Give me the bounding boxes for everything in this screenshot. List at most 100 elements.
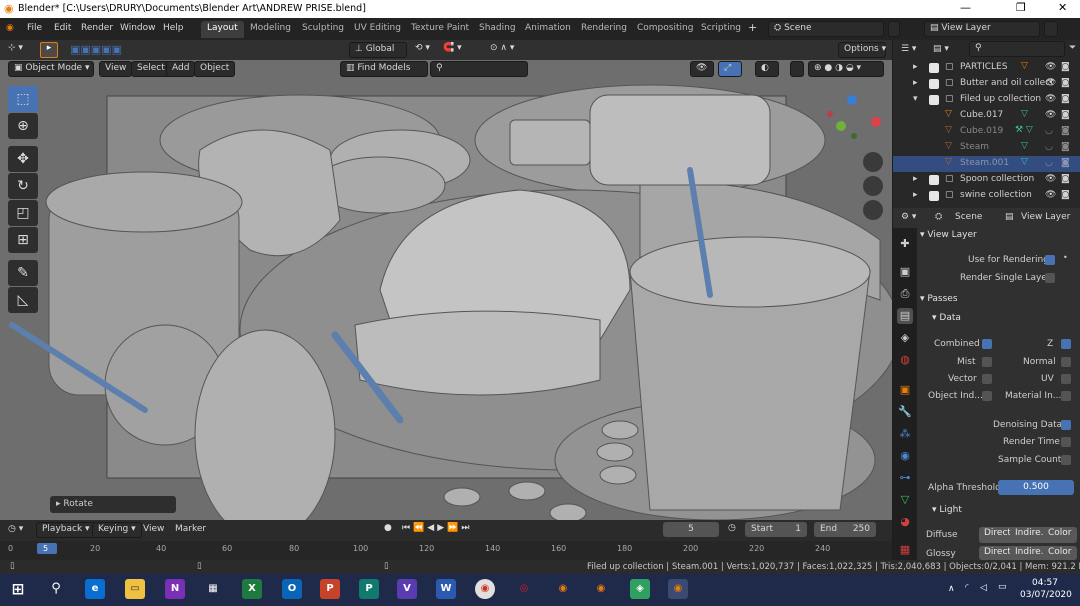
overlays-icon[interactable]: ◐ — [755, 61, 779, 77]
select-tool-icon[interactable]: ▸ — [40, 42, 58, 58]
minimize-icon[interactable]: — — [960, 1, 971, 14]
maps-icon[interactable]: ◈ — [630, 579, 650, 599]
menu-file[interactable]: File — [27, 23, 42, 33]
view-menu[interactable]: View — [99, 61, 133, 77]
view-layer-tab-icon[interactable]: ▤ — [897, 308, 913, 324]
cursor-tool-icon[interactable]: ⊕ — [8, 113, 38, 139]
tab-layout[interactable]: Layout — [201, 21, 244, 38]
editor-type-icon[interactable]: ⊹ ▾ — [8, 43, 23, 53]
outliner-type-icon[interactable]: ☰ ▾ — [901, 44, 916, 54]
constraints-tab-icon[interactable]: ⊶ — [897, 470, 913, 486]
modifier-tab-icon[interactable]: 🔧 — [897, 404, 913, 420]
scale-tool-icon[interactable]: ◰ — [8, 200, 38, 226]
display-mode-icon[interactable]: ▤ ▾ — [933, 44, 949, 54]
3d-viewport[interactable] — [0, 40, 892, 520]
measure-tool-icon[interactable]: ◺ — [8, 287, 38, 313]
checkbox-icon[interactable] — [929, 191, 939, 201]
section-data[interactable]: ▾ Data — [932, 313, 1080, 329]
eye-icon[interactable]: 👁 — [1045, 110, 1056, 120]
outliner-item-particles[interactable]: ▸ ▢ PARTICLES ▽ 👁 ◙ — [893, 60, 1080, 76]
normal-checkbox[interactable] — [1061, 357, 1071, 367]
eye-icon[interactable]: 👁 — [1045, 190, 1056, 200]
add-workspace-icon[interactable]: + — [748, 21, 757, 34]
tab-rendering[interactable]: Rendering — [575, 21, 633, 38]
search-icon[interactable]: ⚲ — [46, 579, 66, 599]
tab-animation[interactable]: Animation — [519, 21, 577, 38]
rotate-tool-icon[interactable]: ↻ — [8, 173, 38, 199]
section-view-layer[interactable]: ▾ View Layer — [920, 230, 1076, 246]
proportional-edit-icon[interactable]: ⊙ ∧ ▾ — [490, 43, 514, 53]
blender-menu-icon[interactable]: ◉ — [6, 23, 14, 33]
section-light[interactable]: ▾ Light — [932, 505, 1080, 521]
object-tab-icon[interactable]: ▣ — [897, 382, 913, 398]
render-single-layer-checkbox[interactable] — [1045, 273, 1055, 283]
checkbox-icon[interactable] — [929, 79, 939, 89]
checkbox-icon[interactable] — [929, 95, 939, 105]
select-menu[interactable]: Select — [131, 61, 171, 77]
last-operator-panel[interactable]: ▸ Rotate — [50, 496, 176, 513]
select-box-tool-icon[interactable]: ⬚ — [8, 86, 38, 112]
outliner-item-butter[interactable]: ▸ ▢ Butter and oil collect 👁 ◙ — [893, 76, 1080, 92]
move-tool-icon[interactable]: ✥ — [8, 146, 38, 172]
filter-icon[interactable]: ⏷ — [1069, 43, 1076, 53]
timeline[interactable]: ◷ ▾ Playback ▾ Keying ▾ View Marker ● ⏮⏪… — [0, 520, 892, 560]
find-models-dropdown[interactable]: ▥ Find Models — [340, 61, 428, 77]
outliner-item-swine[interactable]: ▸ ▢ swine collection 👁 ◙ — [893, 188, 1080, 204]
blender-taskbar-icon-2[interactable]: ◉ — [591, 579, 611, 599]
snap-icon[interactable]: 🧲 ▾ — [443, 43, 462, 53]
combined-checkbox[interactable] — [982, 339, 992, 349]
playback-menu[interactable]: Playback ▾ — [36, 522, 96, 538]
texture-tab-icon[interactable]: ▦ — [897, 542, 913, 558]
tab-uv-editing[interactable]: UV Editing — [348, 21, 407, 38]
use-for-rendering-checkbox[interactable] — [1045, 255, 1055, 265]
properties-type-icon[interactable]: ⚙ ▾ — [901, 212, 916, 222]
eye-icon[interactable]: 👁 — [1045, 62, 1056, 72]
timeline-ruler[interactable]: 0 5 20 40 60 80 100 120 140 160 180 200 … — [0, 541, 892, 560]
view-layer-selector[interactable]: ▤ View Layer — [924, 21, 1040, 37]
volume-icon[interactable]: ◁ — [980, 583, 987, 593]
tab-shading[interactable]: Shading — [473, 21, 522, 38]
current-frame-field[interactable]: 5 — [663, 522, 719, 537]
find-models-search-input[interactable]: ⚲ — [430, 61, 528, 77]
timeline-type-icon[interactable]: ◷ ▾ — [8, 524, 23, 534]
playback-controls-icons[interactable]: ⏮⏪◀▶⏩⏭ — [402, 523, 472, 533]
menu-render[interactable]: Render — [81, 23, 113, 33]
pivot-icon[interactable]: ⟲ ▾ — [415, 43, 430, 53]
outliner-item-cube-019[interactable]: ▽ Cube.019 ⚒ ▽ ◡ ◙ — [893, 124, 1080, 140]
menu-edit[interactable]: Edit — [54, 23, 71, 33]
section-passes[interactable]: ▾ Passes — [920, 294, 1076, 310]
xray-icon[interactable] — [790, 61, 804, 77]
tab-modeling[interactable]: Modeling — [244, 21, 297, 38]
outliner-item-filed-up[interactable]: ▾ ▢ Filed up collection 👁 ◙ — [893, 92, 1080, 108]
particles-tab-icon[interactable]: ⁂ — [897, 426, 913, 442]
checkbox-icon[interactable] — [929, 63, 939, 73]
mist-checkbox[interactable] — [982, 357, 992, 367]
tab-compositing[interactable]: Compositing — [631, 21, 699, 38]
word-icon[interactable]: W — [436, 579, 456, 599]
app-icon[interactable]: ◎ — [514, 579, 534, 599]
visio-icon[interactable]: V — [397, 579, 417, 599]
timeline-view-menu[interactable]: View — [143, 524, 164, 534]
camera-icon[interactable]: ◙ — [1061, 190, 1070, 200]
physics-tab-icon[interactable]: ◉ — [897, 448, 913, 464]
camera-icon[interactable]: ◙ — [1061, 78, 1070, 88]
shading-modes[interactable]: ⊕ ● ◑ ◒ ▾ — [808, 61, 884, 77]
chrome-icon[interactable]: ◉ — [475, 579, 495, 599]
checkbox-icon[interactable] — [929, 175, 939, 185]
menu-help[interactable]: Help — [163, 23, 184, 33]
publisher-icon[interactable]: P — [359, 579, 379, 599]
clock-date[interactable]: 03/07/2020 — [1020, 590, 1072, 600]
visibility-dropdown-icon[interactable]: 👁 — [690, 61, 714, 77]
clock-time[interactable]: 04:57 — [1032, 578, 1058, 588]
viewport-render[interactable] — [0, 40, 892, 520]
tab-sculpting[interactable]: Sculpting — [296, 21, 350, 38]
tab-texture-paint[interactable]: Texture Paint — [405, 21, 475, 38]
clock-icon[interactable]: ◷ — [728, 523, 736, 533]
render-time-checkbox[interactable] — [1061, 437, 1071, 447]
close-icon[interactable]: ✕ — [1058, 1, 1067, 14]
shading-mode-icons[interactable]: ⊕ ● ◑ ◒ ▾ — [814, 63, 861, 73]
outliner-item-spoon[interactable]: ▸ ▢ Spoon collection 👁 ◙ — [893, 172, 1080, 188]
eye-icon[interactable]: 👁 — [1045, 78, 1056, 88]
wifi-icon[interactable]: ◜ — [965, 583, 969, 593]
orientation-dropdown[interactable]: ⊥ Global — [349, 42, 407, 58]
